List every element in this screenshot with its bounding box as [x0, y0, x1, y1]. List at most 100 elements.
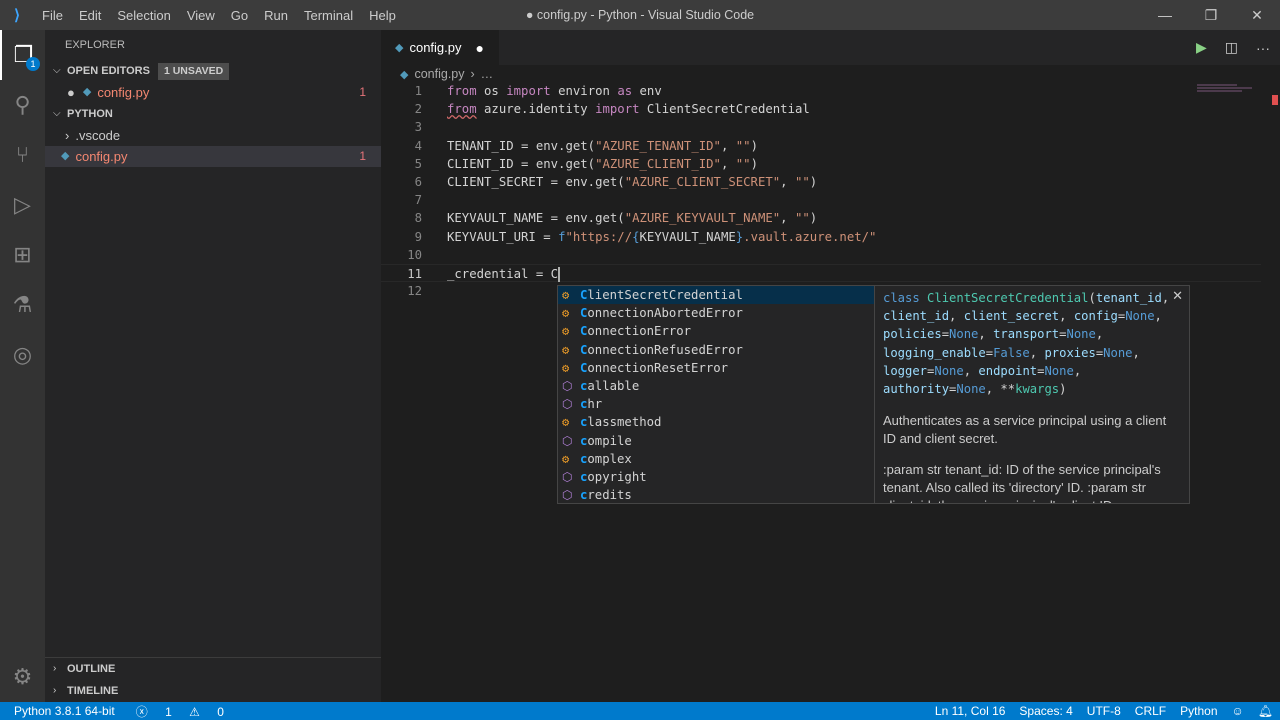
menu-run[interactable]: Run	[256, 8, 296, 23]
run-debug-icon[interactable]: ▷	[0, 180, 45, 230]
search-icon[interactable]: ⚲	[0, 80, 45, 130]
code-line[interactable]: 6 CLIENT_SECRET = env.get("AZURE_CLIENT_S…	[381, 173, 1261, 191]
line-number: 4	[414, 138, 422, 153]
suggestion-item[interactable]: ⚙ ConnectionResetError	[558, 359, 874, 377]
suggestion-label: lassmethod	[587, 415, 662, 430]
code-line[interactable]: 4 TENANT_ID = env.get("AZURE_TENANT_ID", …	[381, 137, 1261, 155]
title-bar: ⟩ File Edit Selection View Go Run Terminal Help…	[0, 0, 1280, 30]
suggestion-label: redits	[587, 488, 632, 503]
indentation[interactable]: Spaces: 4	[1012, 704, 1079, 718]
code-token: )	[809, 174, 818, 189]
signature-token: None	[934, 363, 964, 378]
code-line[interactable]: 10	[381, 246, 1261, 264]
suggestion-item[interactable]: ⬡ c opyright	[558, 468, 874, 486]
signature-token: ,	[963, 363, 979, 378]
timeline-section[interactable]: › TIMELINE	[45, 680, 381, 702]
source-control-icon[interactable]: ⑂	[0, 130, 45, 180]
signature-token: endpoint	[978, 363, 1038, 378]
signature-token: config	[1073, 309, 1118, 324]
menu-selection[interactable]: Selection	[109, 8, 178, 23]
suggestion-label: onnectionError	[587, 324, 692, 339]
open-editors-section[interactable]: ⌵ OPEN EDITORS 1 UNSAVED	[45, 60, 381, 82]
problems-indicator[interactable]: ⓧ 1 ⚠ 0	[122, 703, 238, 720]
remote-icon[interactable]: ◎	[0, 330, 45, 380]
unsaved-dot-icon[interactable]: ●	[67, 82, 75, 103]
menu-view[interactable]: View	[179, 8, 223, 23]
suggestion-item[interactable]: ⚙ ConnectionRefusedError	[558, 341, 874, 359]
file-item-config[interactable]: ◆ config.py 1	[45, 146, 381, 167]
code-line[interactable]: 1 from os import environ as env	[381, 82, 1261, 100]
editor-scrollbar[interactable]	[1266, 65, 1280, 702]
close-window-button[interactable]: ✕	[1234, 0, 1280, 30]
signature-token: ,	[1095, 327, 1104, 342]
unsaved-dot-icon[interactable]: ●	[476, 40, 484, 56]
suggestion-item[interactable]: ⚙ ClientSecretCredential	[558, 286, 874, 305]
code-token: KEYVAULT_URI =	[447, 229, 559, 244]
signature-token: None	[949, 327, 979, 342]
code-token: _credential = C	[447, 266, 559, 281]
menu-go[interactable]: Go	[223, 8, 256, 23]
code-line[interactable]: 5 CLIENT_ID = env.get("AZURE_CLIENT_ID", …	[381, 155, 1261, 173]
code-line[interactable]: 11 _credential = C	[381, 263, 1261, 283]
signature-token: (	[1088, 291, 1096, 305]
test-icon[interactable]: ⚗	[0, 280, 45, 330]
minimize-button[interactable]: —	[1142, 0, 1188, 30]
menu-file[interactable]: File	[34, 8, 71, 23]
explorer-sidebar: EXPLORER ⌵ OPEN EDITORS 1 UNSAVED ● ◆ config…	[45, 30, 381, 702]
menu-bar: File Edit Selection View Go Run Terminal Help	[34, 8, 404, 23]
suggestion-label: ompile	[587, 433, 632, 448]
suggestion-item[interactable]: ⬡ c redits	[558, 486, 874, 504]
signature-token: kwargs	[1015, 382, 1060, 397]
more-actions-icon[interactable]: ···	[1256, 40, 1270, 56]
feedback-icon[interactable]: ☺	[1225, 704, 1251, 718]
breadcrumb-file[interactable]: config.py	[414, 67, 464, 81]
run-python-icon[interactable]: ▶	[1196, 39, 1207, 56]
explorer-icon[interactable]: ❐ 1	[0, 30, 45, 80]
extensions-icon[interactable]: ⊞	[0, 230, 45, 280]
code-line[interactable]: 3	[381, 118, 1261, 136]
class-icon: ⚙	[562, 306, 570, 321]
close-icon[interactable]: ✕	[1172, 288, 1183, 304]
tab-config-py[interactable]: ◆ config.py ●	[381, 30, 499, 65]
code-token: ClientSecretCredential	[639, 102, 810, 117]
line-text: from os import environ as env	[447, 82, 662, 100]
suggestion-details: ✕ class ClientSecretCredential(tenant_id…	[874, 286, 1189, 503]
file-name: config.py	[75, 149, 128, 164]
code-line[interactable]: 8 KEYVAULT_NAME = env.get("AZURE_KEYVAULT…	[381, 209, 1261, 227]
minimap[interactable]	[1197, 84, 1257, 104]
code-line[interactable]: 9 KEYVAULT_URI = f"https://{KEYVAULT_NAME…	[381, 228, 1261, 246]
open-editor-item[interactable]: ● ◆ config.py 1	[45, 82, 381, 103]
suggestion-item[interactable]: ⚙ c lassmethod	[558, 413, 874, 431]
code-line[interactable]: 7	[381, 191, 1261, 209]
bell-icon[interactable]: 🔔︎	[1251, 704, 1280, 718]
python-folder-section[interactable]: ⌵ PYTHON	[45, 103, 381, 125]
menu-terminal[interactable]: Terminal	[296, 8, 361, 23]
line-ending[interactable]: CRLF	[1128, 704, 1173, 718]
encoding[interactable]: UTF-8	[1080, 704, 1128, 718]
suggestion-item[interactable]: ⚙ ConnectionError	[558, 322, 874, 340]
suggestion-item[interactable]: ⚙ c omplex	[558, 450, 874, 468]
code-token: ,	[720, 156, 736, 171]
menu-edit[interactable]: Edit	[71, 8, 109, 23]
python-interpreter[interactable]: Python 3.8.1 64-bit	[0, 704, 122, 718]
suggestion-item[interactable]: ⚙ ConnectionAbortedError	[558, 304, 874, 322]
suggestion-item[interactable]: ⬡ c allable	[558, 377, 874, 395]
code-token: "AZURE_CLIENT_ID"	[595, 156, 721, 171]
language-mode[interactable]: Python	[1173, 704, 1224, 718]
code-editor[interactable]: 1 from os import environ as env 2 from azur…	[381, 82, 1261, 300]
function-icon: ⬡	[562, 378, 573, 393]
suggestion-item[interactable]: ⬡ c hr	[558, 395, 874, 413]
code-line[interactable]: 2 from azure.identity import ClientSecret…	[381, 100, 1261, 118]
outline-section[interactable]: › OUTLINE	[45, 658, 381, 680]
menu-help[interactable]: Help	[361, 8, 404, 23]
restore-button[interactable]: ❐	[1188, 0, 1234, 30]
code-token: env	[632, 84, 662, 98]
cursor-position[interactable]: Ln 11, Col 16	[928, 704, 1013, 718]
breadcrumb-symbol[interactable]: …	[481, 67, 494, 81]
match-highlight: C	[580, 342, 588, 357]
folder-item-vscode[interactable]: › .vscode	[45, 125, 381, 146]
split-editor-icon[interactable]: ◫	[1225, 39, 1238, 56]
gear-icon[interactable]: ⚙	[0, 664, 45, 690]
suggestion-item[interactable]: ⬡ c ompile	[558, 432, 874, 450]
suggestion-label: onnectionRefusedError	[587, 342, 743, 357]
